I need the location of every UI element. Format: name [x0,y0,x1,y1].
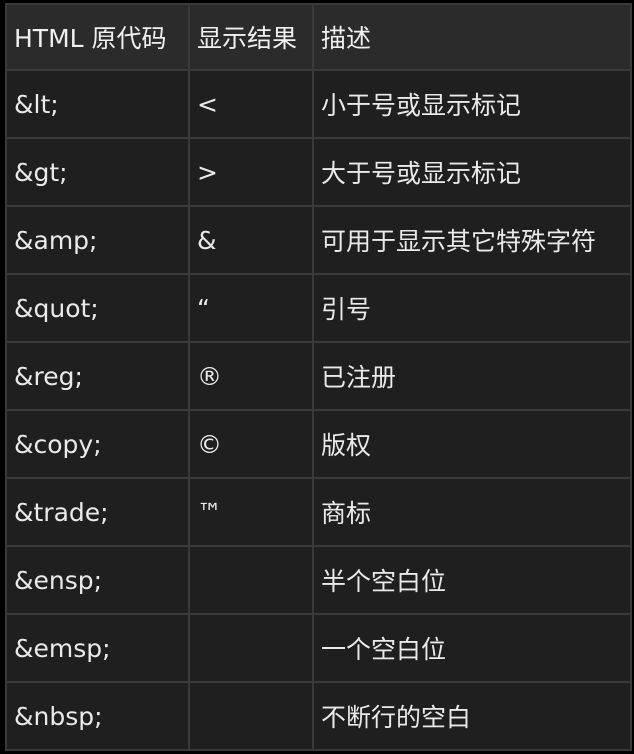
table-body: &lt; < 小于号或显示标记 &gt; > 大于号或显示标记 &amp; & … [7,71,630,749]
cell-code: &ensp; [7,547,188,613]
table-header: HTML 原代码 显示结果 描述 [7,5,630,69]
table-row: &copy; © 版权 [7,411,630,477]
header-description: 描述 [314,5,630,69]
table-row: &nbsp; 不断行的空白 [7,683,630,749]
cell-description: 大于号或显示标记 [314,139,630,205]
cell-result: < [190,71,312,137]
cell-description: 引号 [314,275,630,341]
cell-description: 不断行的空白 [314,683,630,749]
cell-result [190,615,312,681]
table-row: &amp; & 可用于显示其它特殊字符 [7,207,630,273]
table-row: &ensp; 半个空白位 [7,547,630,613]
header-display-result: 显示结果 [190,5,312,69]
cell-result: ® [190,343,312,409]
cell-description: 已注册 [314,343,630,409]
html-entity-table: HTML 原代码 显示结果 描述 &lt; < 小于号或显示标记 &gt; > … [5,3,632,751]
cell-result [190,683,312,749]
cell-code: &amp; [7,207,188,273]
cell-description: 可用于显示其它特殊字符 [314,207,630,273]
cell-description: 一个空白位 [314,615,630,681]
cell-result: “ [190,275,312,341]
cell-code: &trade; [7,479,188,545]
entity-table-wrapper: HTML 原代码 显示结果 描述 &lt; < 小于号或显示标记 &gt; > … [5,3,632,751]
header-row: HTML 原代码 显示结果 描述 [7,5,630,69]
cell-result: & [190,207,312,273]
table-row: &trade; ™ 商标 [7,479,630,545]
cell-result: ™ [190,479,312,545]
cell-result [190,547,312,613]
cell-code: &nbsp; [7,683,188,749]
cell-result: © [190,411,312,477]
table-row: &reg; ® 已注册 [7,343,630,409]
cell-description: 商标 [314,479,630,545]
cell-code: &lt; [7,71,188,137]
header-html-code: HTML 原代码 [7,5,188,69]
cell-description: 半个空白位 [314,547,630,613]
cell-code: &copy; [7,411,188,477]
table-row: &quot; “ 引号 [7,275,630,341]
cell-description: 版权 [314,411,630,477]
cell-result: > [190,139,312,205]
cell-code: &gt; [7,139,188,205]
table-row: &emsp; 一个空白位 [7,615,630,681]
table-row: &lt; < 小于号或显示标记 [7,71,630,137]
cell-code: &emsp; [7,615,188,681]
cell-code: &reg; [7,343,188,409]
table-row: &gt; > 大于号或显示标记 [7,139,630,205]
cell-description: 小于号或显示标记 [314,71,630,137]
cell-code: &quot; [7,275,188,341]
